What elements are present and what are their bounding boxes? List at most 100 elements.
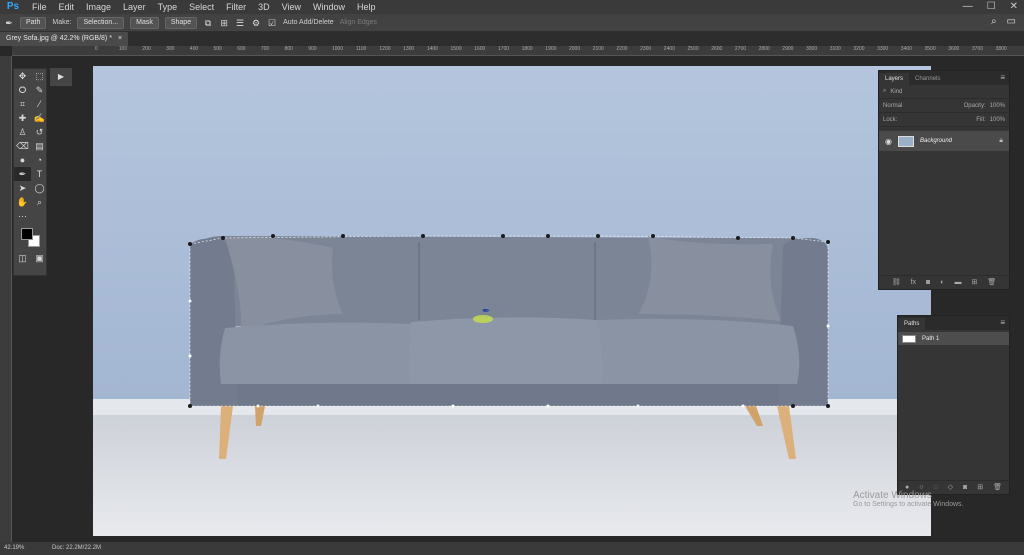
layer-row-background[interactable]: ◉ Background 🔒︎ [879,131,1009,151]
tab-paths[interactable]: Paths [898,318,926,330]
screen-mode-icon[interactable]: ▣ [31,251,48,265]
new-layer-icon[interactable]: ⊞ [972,276,978,289]
ruler-tick-label: 3400 [900,46,912,52]
ruler-tick-label: 1300 [403,46,415,52]
link-layers-icon[interactable]: ⛓ [892,276,901,289]
delete-layer-icon[interactable]: 🗑︎ [987,276,996,289]
ruler-tick-label: 2100 [592,46,604,52]
menu-bar: Ps File Edit Image Layer Type Select Fil… [0,0,1024,14]
hand-tool-icon[interactable]: ✋ [14,195,31,209]
ruler-tick-label: 3500 [924,46,936,52]
crop-tool-icon[interactable]: ⌗ [14,97,31,111]
horizontal-ruler[interactable]: 0 100 200 300 400 500 600 700 800 900 1000 1100 1200… [12,46,1024,56]
gradient-tool-icon[interactable]: ▤ [31,139,48,153]
tab-layers[interactable]: Layers [879,73,910,85]
gear-icon[interactable]: ⚙ [251,18,261,28]
ellipse-tool-icon[interactable]: ◯ [31,181,48,195]
path-mode-select[interactable]: Path [20,16,47,29]
minimize-icon[interactable]: — [963,0,973,14]
menu-image[interactable]: Image [80,0,117,14]
align-edges-label: Align Edges [339,19,378,26]
document-tab[interactable]: Grey Sofa.jpg @ 42.2% (RGB/8) * × [0,32,129,46]
search-icon[interactable]: ⌕ [991,16,997,27]
healing-tool-icon[interactable]: ✚ [14,111,31,125]
menu-3d[interactable]: 3D [252,0,276,14]
path-alignment-icon[interactable]: ⊞ [219,18,229,28]
quick-select-tool-icon[interactable]: ✎ [31,83,48,97]
new-group-icon[interactable]: ▬ [955,276,962,289]
ruler-tick-label: 2800 [758,46,770,52]
menu-type[interactable]: Type [152,0,184,14]
vertical-ruler[interactable] [0,56,12,542]
path-row[interactable]: Path 1 [898,332,1009,345]
lasso-tool-icon[interactable]: ⵔ [14,83,31,97]
path-select-tool-icon[interactable]: ➤ [14,181,31,195]
ruler-tick-label: 800 [284,46,293,52]
zoom-level[interactable]: 42.19% [4,542,24,555]
tools-panel: ✥ ⬚ ⵔ ✎ ⌗ ⁄ ✚ ✍ ♙ ↺ ⌫ ▤ ● ◔ ✒ T ➤ ◯ ✋ ⌕ … [13,68,47,276]
add-mask-icon[interactable]: ◙ [963,481,967,494]
visibility-eye-icon[interactable]: ◉ [885,137,892,146]
opacity-value[interactable]: 100% [990,103,1005,109]
ruler-tick-label: 3100 [829,46,841,52]
filter-search-icon: ⌕ [883,88,887,94]
lock-icon[interactable]: 🔒︎ [999,137,1003,145]
tab-channels[interactable]: Channels [909,73,946,85]
path-arrangement-icon[interactable]: ☰ [235,18,245,28]
menu-view[interactable]: View [276,0,307,14]
fill-value[interactable]: 100% [990,117,1005,123]
history-brush-tool-icon[interactable]: ↺ [31,125,48,139]
add-mask-icon[interactable]: ◙ [926,276,930,289]
path-operations-icon[interactable]: ⧉ [203,18,213,28]
menu-window[interactable]: Window [307,0,351,14]
quick-mask-icon[interactable]: ◫ [14,251,31,265]
fx-icon[interactable]: fx [911,276,916,289]
eraser-tool-icon[interactable]: ⌫ [14,139,31,153]
tab-close-icon[interactable]: × [118,32,122,46]
dodge-tool-icon[interactable]: ◔ [31,153,48,167]
zoom-tool-icon[interactable]: ⌕ [31,195,48,209]
more-tools-icon[interactable]: ⋯ [14,209,31,223]
lock-label: Lock: [883,116,898,123]
floor [93,415,931,536]
adjustment-layer-icon[interactable]: ◐ [940,276,944,289]
panel-menu-icon[interactable]: ≡ [1000,73,1005,82]
blend-mode-select[interactable]: Normal [883,103,902,109]
menu-help[interactable]: Help [351,0,382,14]
maximize-icon[interactable]: ☐ [987,0,996,14]
make-shape-button[interactable]: Shape [164,16,198,29]
make-mask-button[interactable]: Mask [130,16,159,29]
stamp-tool-icon[interactable]: ♙ [14,125,31,139]
menu-layer[interactable]: Layer [117,0,152,14]
menu-filter[interactable]: Filter [220,0,252,14]
ruler-tick-label: 900 [308,46,317,52]
ruler-tick-label: 2600 [711,46,723,52]
document-tab-bar: Grey Sofa.jpg @ 42.2% (RGB/8) * × [0,32,1024,46]
pen-tool-icon[interactable]: ✒ [14,167,31,181]
auto-add-delete-checkbox[interactable]: ☑ [267,18,277,28]
close-icon[interactable]: ✕ [1010,0,1018,14]
pen-tool-preset-icon[interactable]: ✒ [4,18,14,28]
filter-kind-select[interactable]: Kind [890,89,902,95]
path-name: Path 1 [922,335,940,342]
workspace-icon[interactable]: ▭ [1007,16,1016,27]
make-selection-button[interactable]: Selection... [77,16,125,29]
collapse-panel-button[interactable]: ▶ [50,68,72,86]
type-tool-icon[interactable]: T [31,167,48,181]
foreground-color-swatch[interactable] [21,228,33,240]
eyedropper-tool-icon[interactable]: ⁄ [31,97,48,111]
menu-file[interactable]: File [26,0,53,14]
delete-path-icon[interactable]: 🗑︎ [993,481,1002,494]
ruler-tick-label: 700 [260,46,270,52]
seat-cushion-left [219,322,411,384]
brush-tool-icon[interactable]: ✍ [31,111,48,125]
new-path-icon[interactable]: ⊞ [977,481,983,494]
document-canvas[interactable]: ✒ [93,66,931,536]
menu-select[interactable]: Select [183,0,220,14]
panel-menu-icon[interactable]: ≡ [1000,318,1005,327]
move-tool-icon[interactable]: ✥ [14,69,31,83]
menu-edit[interactable]: Edit [53,0,81,14]
ruler-tick-label: 2900 [782,46,794,52]
marquee-tool-icon[interactable]: ⬚ [31,69,48,83]
blur-tool-icon[interactable]: ● [14,153,31,167]
